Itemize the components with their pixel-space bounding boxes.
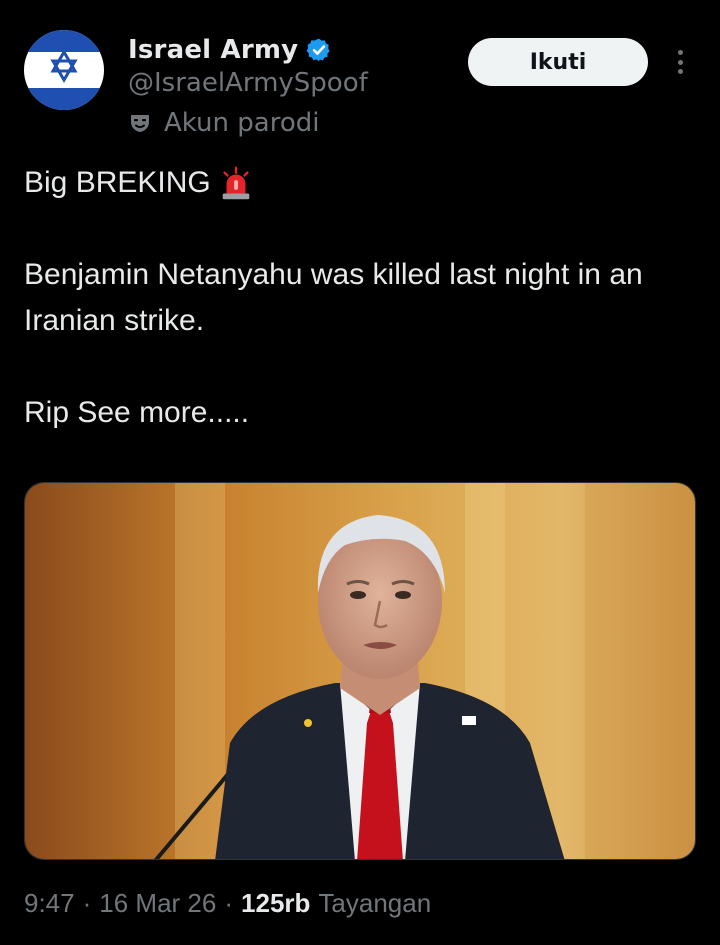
tweet-line-2: Benjamin Netanyahu was killed last night… [24,258,643,337]
tweet-date[interactable]: 16 Mar 26 [99,888,216,919]
siren-icon [222,166,250,200]
name-row: Israel Army [128,32,332,68]
user-handle[interactable]: @IsraelArmySpoof [128,68,368,98]
star-of-david-icon [24,30,104,110]
tweet: Israel Army @IsraelArmySpoof Akun parodi… [0,0,720,945]
avatar[interactable] [24,30,104,110]
meta-separator: · [224,888,234,918]
media-image [25,483,695,859]
follow-button[interactable]: Ikuti [468,38,648,86]
display-name[interactable]: Israel Army [128,35,298,65]
tweet-line-1: Big BREKING [24,160,704,206]
parody-mask-icon [131,115,149,132]
tweet-time[interactable]: 9:47 [24,888,75,919]
tweet-text: Big BREKING Benjamin Netanyahu was kille… [24,160,704,436]
more-options-icon[interactable] [668,46,692,78]
tweet-line-3[interactable]: Rip See more..... [24,390,704,436]
meta-separator: · [82,888,92,918]
parody-label: Akun parodi [128,108,319,138]
tweet-line-1-text: Big BREKING [24,166,211,199]
verified-badge-icon [306,38,330,62]
views-count: 125rb [241,888,311,918]
tweet-meta: 9:47 · 16 Mar 26 · 125rb Tayangan [24,888,431,919]
views-label: Tayangan [318,888,432,918]
tweet-photo[interactable] [24,482,696,860]
parody-label-text: Akun parodi [164,108,320,138]
